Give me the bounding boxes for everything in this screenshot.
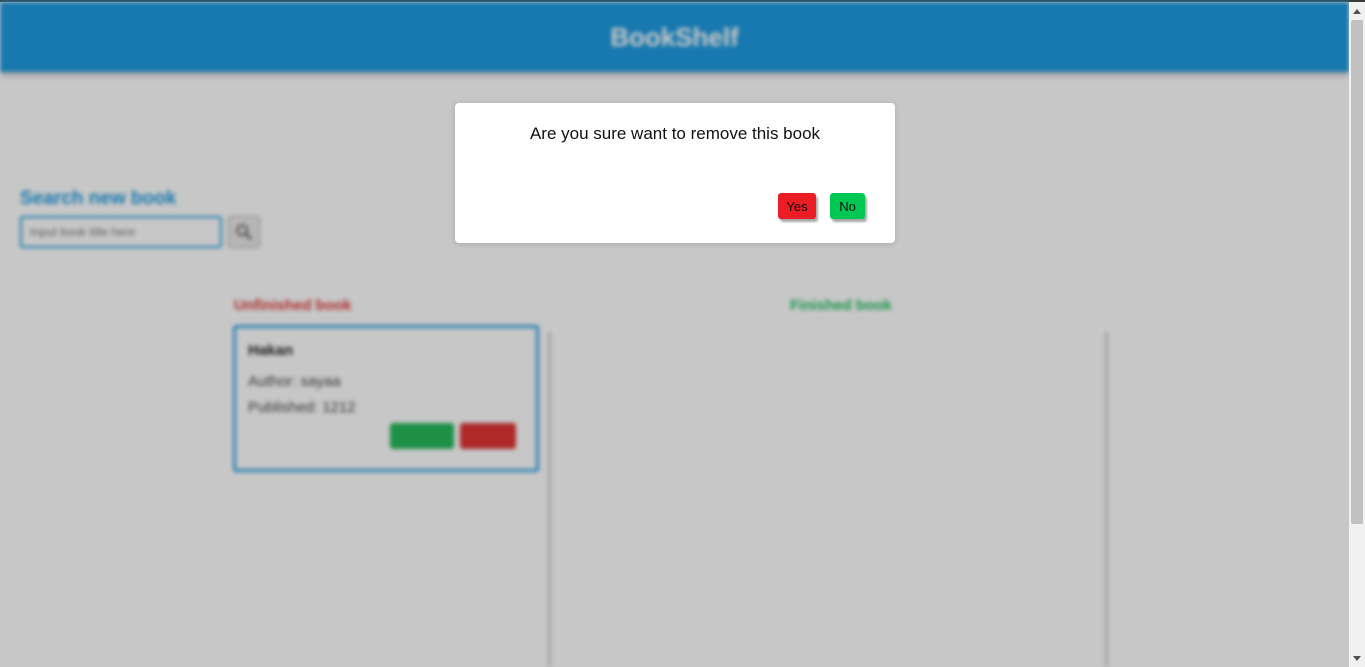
scrollbar-thumb[interactable] <box>1351 20 1363 524</box>
confirm-yes-button[interactable]: Yes <box>778 193 816 219</box>
vertical-scrollbar[interactable] <box>1349 2 1365 667</box>
scroll-down-arrow-icon[interactable] <box>1349 651 1365 665</box>
scroll-up-arrow-icon[interactable] <box>1349 4 1365 18</box>
modal-backdrop[interactable] <box>0 2 1349 667</box>
confirm-remove-dialog: Are you sure want to remove this book Ye… <box>455 103 895 243</box>
confirm-no-button[interactable]: No <box>830 193 865 219</box>
dialog-message: Are you sure want to remove this book <box>529 124 821 143</box>
